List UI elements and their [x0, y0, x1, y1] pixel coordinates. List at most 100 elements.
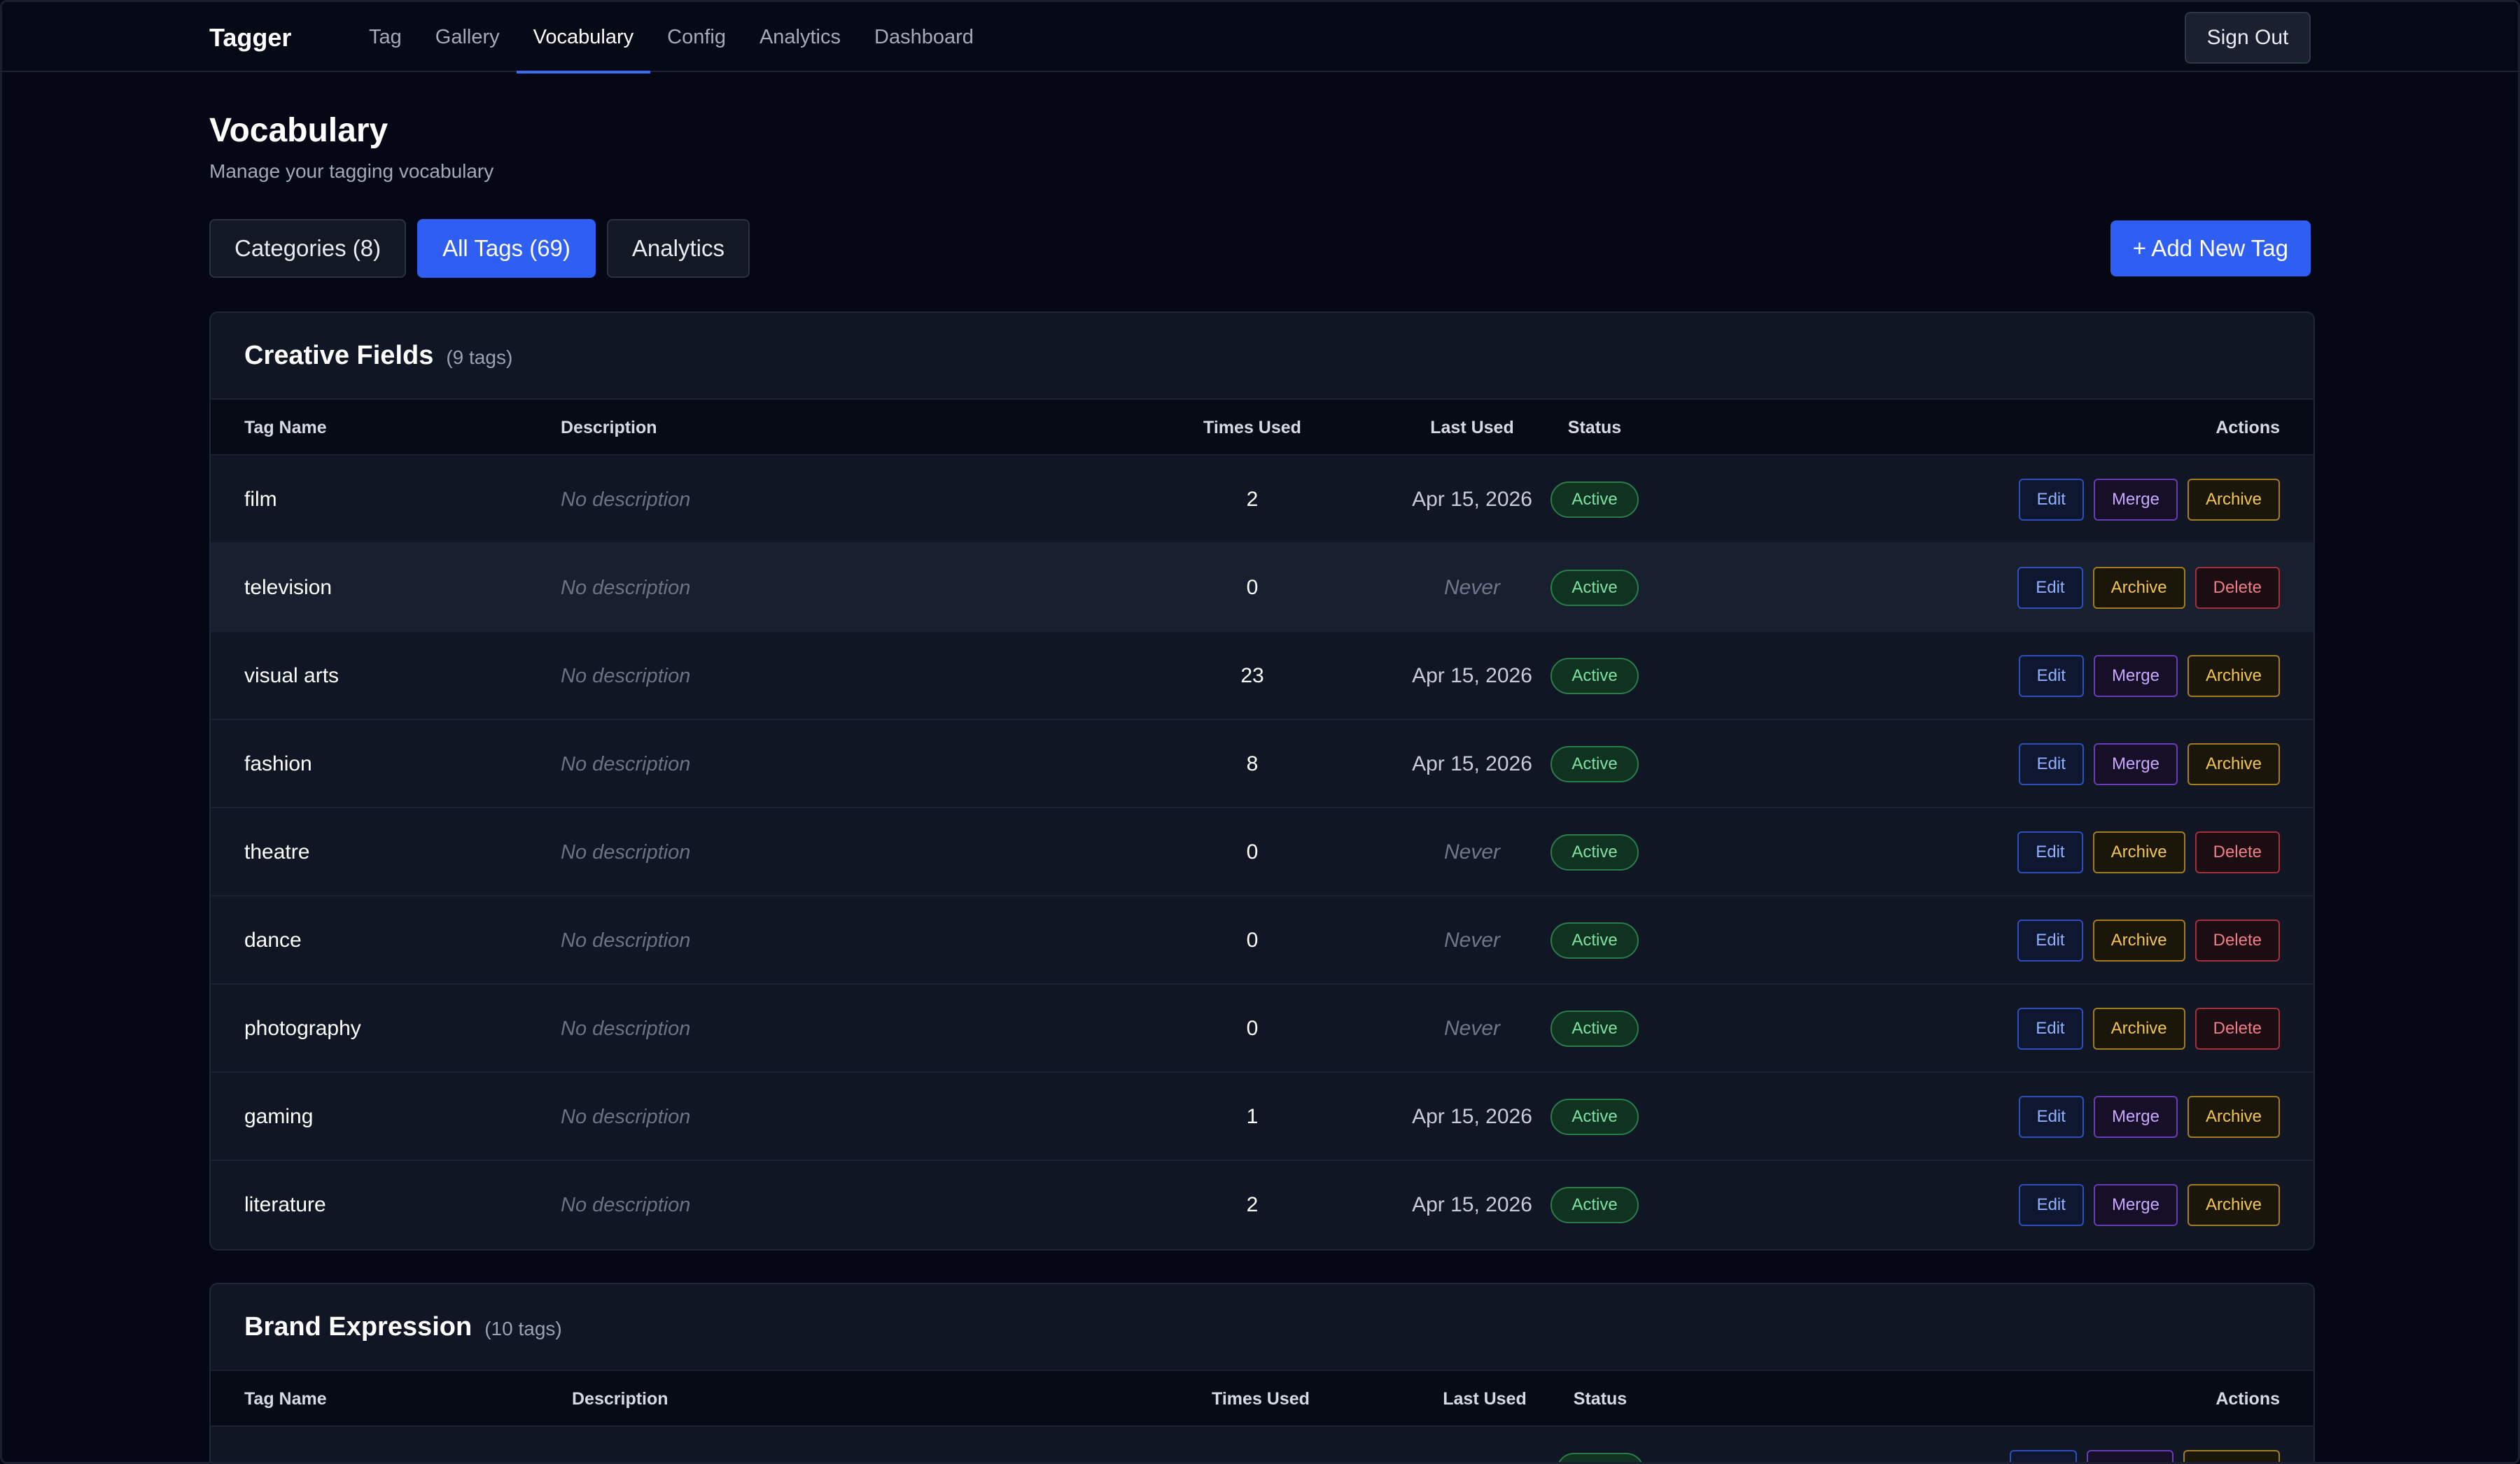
app-logo[interactable]: Tagger	[209, 23, 291, 52]
tag-last-used: Apr 15, 2026	[1412, 488, 1532, 511]
page-subtitle: Manage your tagging vocabulary	[209, 160, 494, 182]
archive-button[interactable]: Archive	[2092, 920, 2185, 962]
tab-all-tags[interactable]: All Tags (69)	[417, 219, 596, 278]
archive-button[interactable]: Archive	[2187, 1096, 2280, 1138]
edit-button[interactable]: Edit	[2017, 1008, 2083, 1050]
nav-link-analytics[interactable]: Analytics	[743, 2, 858, 72]
tag-name: photography	[244, 1017, 361, 1040]
merge-button[interactable]: Merge	[2093, 1096, 2178, 1138]
tab-analytics[interactable]: Analytics	[606, 219, 750, 278]
row-actions: Edit Merge Archive	[2018, 479, 2280, 521]
table-header: Tag Name Description Times Used Last Use…	[211, 398, 2314, 456]
archive-button[interactable]	[2183, 1450, 2280, 1462]
tag-description: No description	[561, 753, 691, 775]
status-badge: Active	[1550, 922, 1639, 959]
row-actions: Edit Archive Delete	[2017, 920, 2280, 962]
tag-times-used: 0	[1246, 929, 1259, 952]
edit-button[interactable]: Edit	[2017, 567, 2083, 609]
tag-last-used: Apr 15, 2026	[1412, 1193, 1532, 1216]
nav-link-gallery[interactable]: Gallery	[419, 2, 517, 72]
delete-button[interactable]: Delete	[2194, 920, 2280, 962]
merge-button[interactable]: Merge	[2093, 743, 2178, 785]
tag-description: No description	[561, 577, 691, 599]
nav-link-dashboard[interactable]: Dashboard	[858, 2, 990, 72]
row-actions: Edit Merge Archive	[2018, 743, 2280, 785]
table-row: visual arts No description 23 Apr 15, 20…	[211, 632, 2314, 720]
tag-times-used: 1	[1246, 1105, 1259, 1128]
status-badge: Active	[1550, 570, 1639, 606]
table-row	[211, 1427, 2314, 1462]
merge-button[interactable]: Merge	[2093, 1184, 2178, 1226]
archive-button[interactable]: Archive	[2092, 831, 2185, 873]
tag-name: film	[244, 488, 277, 511]
archive-button[interactable]: Archive	[2187, 479, 2280, 521]
edit-button[interactable]: Edit	[2018, 1096, 2084, 1138]
status-badge: Active	[1550, 481, 1639, 518]
category-card-header: Creative Fields (9 tags)	[211, 313, 2314, 398]
table-row: photography No description 0 Never Activ…	[211, 985, 2314, 1073]
edit-button[interactable]: Edit	[2018, 655, 2084, 697]
tag-last-used: Never	[1443, 576, 1501, 599]
tag-last-used: Never	[1443, 1017, 1501, 1040]
archive-button[interactable]: Archive	[2187, 655, 2280, 697]
edit-button[interactable]: Edit	[2018, 1184, 2084, 1226]
tag-name: literature	[244, 1193, 326, 1216]
merge-button[interactable]: Merge	[2093, 655, 2178, 697]
edit-button[interactable]: Edit	[2018, 743, 2084, 785]
table-header: Tag Name Description Times Used Last Use…	[211, 1370, 2314, 1427]
row-actions	[2010, 1450, 2280, 1462]
archive-button[interactable]: Archive	[2187, 1184, 2280, 1226]
nav-link-vocabulary[interactable]: Vocabulary	[516, 2, 651, 73]
edit-button[interactable]: Edit	[2018, 479, 2084, 521]
edit-button[interactable]: Edit	[2017, 920, 2083, 962]
tag-times-used: 0	[1246, 576, 1259, 599]
edit-button[interactable]: Edit	[2017, 831, 2083, 873]
status-badge: Active	[1550, 746, 1639, 782]
row-actions: Edit Archive Delete	[2017, 831, 2280, 873]
archive-button[interactable]: Archive	[2187, 743, 2280, 785]
archive-button[interactable]: Archive	[2092, 567, 2185, 609]
nav-link-tag[interactable]: Tag	[352, 2, 419, 72]
add-new-tag-button[interactable]: + Add New Tag	[2110, 220, 2311, 276]
edit-button[interactable]	[2010, 1450, 2077, 1462]
merge-button[interactable]: Merge	[2093, 479, 2178, 521]
table-row: film No description 2 Apr 15, 2026 Activ…	[211, 456, 2314, 544]
category-title: Brand Expression	[244, 1311, 472, 1342]
tag-times-used: 8	[1246, 752, 1259, 775]
header-times-used: Times Used	[1203, 418, 1301, 437]
nav-link-config[interactable]: Config	[650, 2, 743, 72]
category-tag-count: (10 tags)	[484, 1318, 562, 1339]
category-card-brand-expression: Brand Expression (10 tags) Tag Name Desc…	[209, 1283, 2315, 1462]
delete-button[interactable]: Delete	[2194, 1008, 2280, 1050]
header-status: Status	[1573, 1389, 1628, 1409]
tag-last-used: Never	[1443, 929, 1501, 952]
header-last-used: Last Used	[1430, 418, 1514, 437]
header-description: Description	[572, 1389, 668, 1409]
tag-times-used: 2	[1246, 1193, 1259, 1216]
status-badge	[1556, 1453, 1644, 1462]
tag-last-used: Apr 15, 2026	[1412, 752, 1532, 775]
sign-out-button[interactable]: Sign Out	[2185, 12, 2311, 64]
tag-name: fashion	[244, 752, 312, 775]
tag-name: dance	[244, 929, 302, 952]
table-row: dance No description 0 Never Active Edit…	[211, 896, 2314, 985]
category-card-creative-fields: Creative Fields (9 tags) Tag Name Descri…	[209, 311, 2315, 1251]
merge-button[interactable]	[2087, 1450, 2174, 1462]
tag-last-used: Apr 15, 2026	[1412, 664, 1532, 687]
tag-description: No description	[561, 665, 691, 687]
tag-name: television	[244, 576, 332, 599]
delete-button[interactable]: Delete	[2194, 567, 2280, 609]
archive-button[interactable]: Archive	[2092, 1008, 2185, 1050]
tag-last-used: Apr 15, 2026	[1412, 1105, 1532, 1128]
tag-description: No description	[561, 1018, 691, 1040]
header-status: Status	[1567, 418, 1622, 437]
status-badge: Active	[1550, 1187, 1639, 1223]
tag-description: No description	[561, 488, 691, 511]
status-badge: Active	[1550, 658, 1639, 694]
status-badge: Active	[1550, 1099, 1639, 1135]
table-row: television No description 0 Never Active…	[211, 544, 2314, 632]
tag-description: No description	[561, 841, 691, 864]
delete-button[interactable]: Delete	[2194, 831, 2280, 873]
table-row: fashion No description 8 Apr 15, 2026 Ac…	[211, 720, 2314, 808]
tab-categories[interactable]: Categories (8)	[209, 219, 407, 278]
